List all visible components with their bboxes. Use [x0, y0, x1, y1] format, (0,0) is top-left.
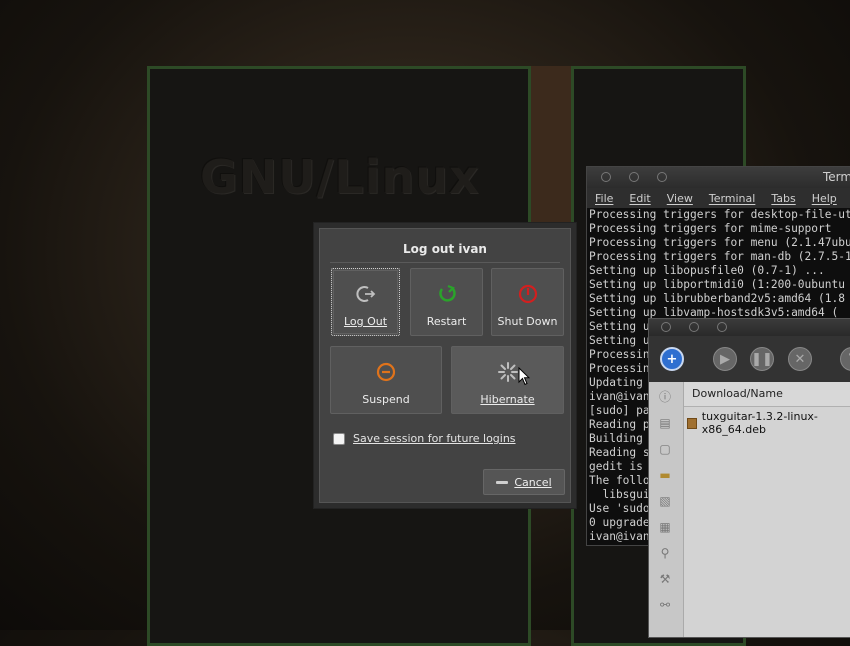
archive-icon[interactable]: ▦ — [658, 520, 672, 534]
maximize-window-icon[interactable] — [657, 172, 667, 182]
hibernate-label-text: Hibernate — [480, 393, 535, 406]
dialog-title: Log out ivan — [403, 242, 487, 256]
terminal-title: Terminal — [823, 170, 850, 184]
menu-edit[interactable]: Edit — [629, 192, 650, 205]
cancel-button[interactable]: Cancel — [483, 469, 565, 495]
logout-label-text: Log Out — [343, 315, 388, 328]
terminal-line: Setting up libportmidi0 (1:200-0ubuntu — [589, 278, 845, 291]
close-window-icon[interactable] — [601, 172, 611, 182]
terminal-line: Setting up librubberband2v5:amd64 (1.8 — [589, 292, 845, 305]
logout-icon — [355, 286, 375, 302]
file-icon[interactable]: ▢ — [658, 442, 672, 456]
menu-terminal[interactable]: Terminal — [709, 192, 756, 205]
save-session-label[interactable]: Save session for future logins — [353, 432, 516, 445]
document-icon[interactable]: ▤ — [658, 416, 672, 430]
download-toolbar: + ▶ ❚❚ ✕ ? — [649, 336, 850, 382]
cancel-icon — [496, 480, 509, 484]
terminal-line: Processing triggers for mime-support — [589, 222, 832, 235]
mouse-cursor-icon — [518, 367, 530, 386]
download-sidebar: ⓘ ▤ ▢ ▬ ▧ ▦ ⚲ ⚒ ⚯ — [649, 382, 684, 637]
download-filename: tuxguitar-1.3.2-linux-x86_64.deb — [701, 410, 818, 436]
file-edit-icon[interactable]: ▧ — [658, 494, 672, 508]
hibernate-button[interactable]: Hibernate — [451, 346, 564, 414]
gnu-linux-logo: GNU/Linux — [200, 150, 480, 204]
tools-icon[interactable]: ⚒ — [658, 572, 672, 586]
restart-button[interactable]: Restart — [410, 268, 483, 336]
terminal-titlebar[interactable]: Terminal — [587, 167, 850, 188]
close-window-icon[interactable] — [661, 322, 671, 332]
save-session-row[interactable]: Save session for future logins — [333, 432, 516, 445]
terminal-menubar: File Edit View Terminal Tabs Help — [587, 188, 850, 208]
suspend-icon — [376, 362, 396, 382]
logout-dialog: Log out ivan Log Out Restart Shut Down S… — [313, 222, 577, 509]
download-manager-window[interactable]: + ▶ ❚❚ ✕ ? ⓘ ▤ ▢ ▬ ▧ ▦ ⚲ ⚒ ⚯ Download/Na… — [648, 318, 850, 638]
power-icon — [518, 284, 537, 304]
search-icon[interactable]: ⚲ — [658, 546, 672, 560]
terminal-line: Processing triggers for menu (2.1.47ubun… — [589, 236, 850, 249]
suspend-label: Suspend — [362, 393, 410, 406]
restart-icon — [438, 284, 456, 302]
hibernate-label: Hibernate — [452, 393, 563, 406]
package-icon — [687, 417, 697, 429]
hibernate-icon — [497, 362, 518, 382]
terminal-line: Processing triggers for desktop-file-uti… — [589, 208, 850, 221]
terminal-line: Processing triggers for man-db (2.7.5-1) — [589, 250, 850, 263]
help-icon[interactable]: ? — [840, 347, 850, 371]
restart-label: Restart — [426, 315, 467, 328]
menu-view[interactable]: View — [667, 192, 693, 205]
logout-dialog-body: Log out ivan Log Out Restart Shut Down S… — [319, 228, 571, 503]
column-header-name[interactable]: Download/Name — [684, 382, 850, 407]
logout-button[interactable]: Log Out — [331, 268, 400, 336]
shutdown-button[interactable]: Shut Down — [491, 268, 564, 336]
download-row[interactable]: tuxguitar-1.3.2-linux-x86_64.deb — [687, 410, 850, 436]
save-session-checkbox[interactable] — [333, 432, 345, 445]
minimize-window-icon[interactable] — [629, 172, 639, 182]
terminal-line: Setting up libopusfile0 (0.7-1) ... — [589, 264, 825, 277]
stop-icon[interactable]: ✕ — [788, 347, 812, 371]
desktop-strip — [531, 66, 571, 226]
folder-icon[interactable]: ▬ — [658, 468, 672, 482]
network-icon[interactable]: ⚯ — [658, 598, 672, 612]
maximize-window-icon[interactable] — [717, 322, 727, 332]
pause-icon[interactable]: ❚❚ — [750, 347, 774, 371]
logout-label: Log Out — [332, 315, 399, 328]
suspend-button[interactable]: Suspend — [330, 346, 442, 414]
add-icon[interactable]: + — [660, 347, 684, 371]
cancel-label: Cancel — [514, 475, 552, 489]
info-icon[interactable]: ⓘ — [658, 390, 672, 404]
play-icon[interactable]: ▶ — [713, 347, 737, 371]
download-manager-titlebar[interactable] — [649, 319, 850, 336]
menu-help[interactable]: Help — [812, 192, 837, 205]
menu-tabs[interactable]: Tabs — [771, 192, 795, 205]
title-separator — [330, 262, 560, 263]
menu-file[interactable]: File — [595, 192, 613, 205]
shutdown-label: Shut Down — [497, 315, 558, 328]
minimize-window-icon[interactable] — [689, 322, 699, 332]
